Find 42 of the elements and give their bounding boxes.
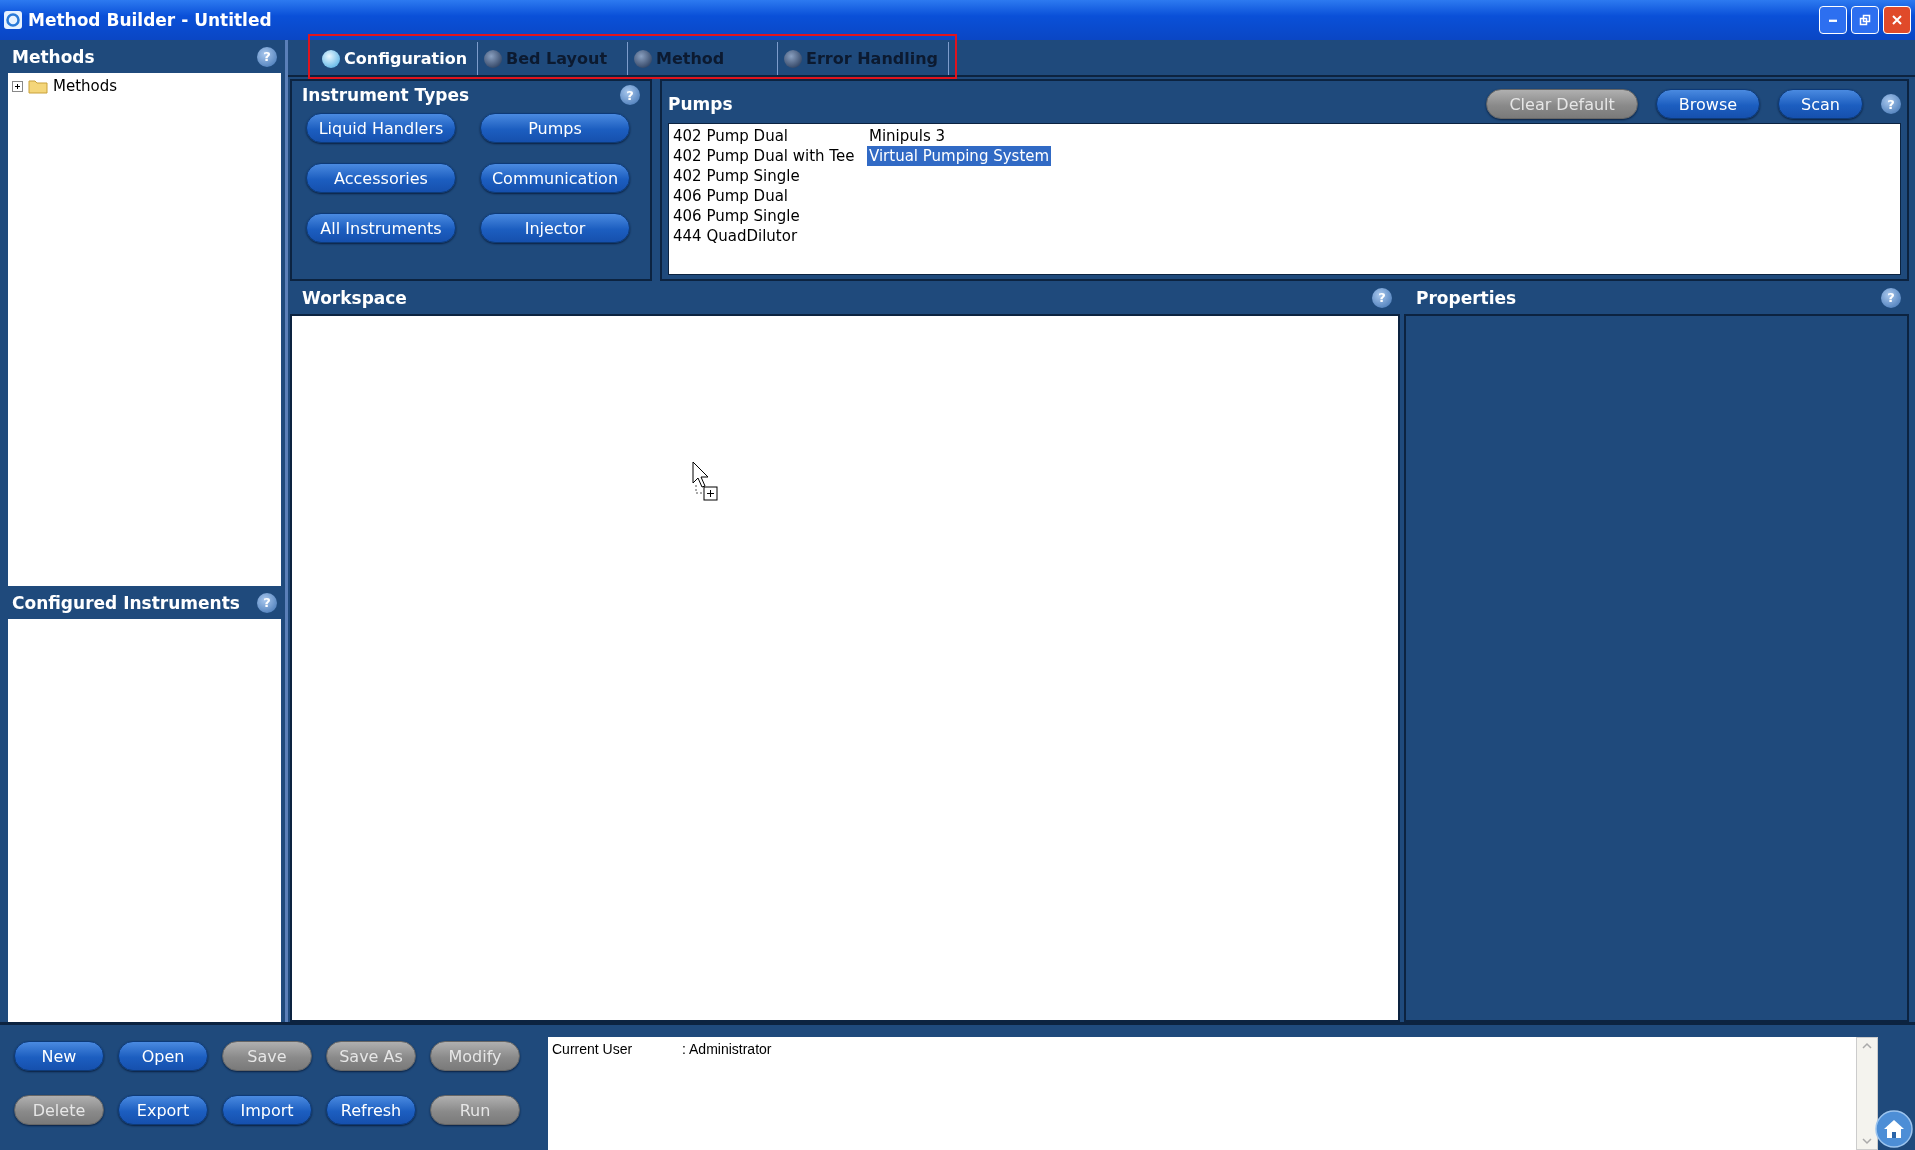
instrument-type-button[interactable]: Communication	[480, 163, 630, 193]
action-button[interactable]: Export	[118, 1095, 208, 1125]
action-button[interactable]: New	[14, 1041, 104, 1071]
instrument-type-button[interactable]: Accessories	[306, 163, 456, 193]
pump-item[interactable]: 402 Pump Dual with Tee	[671, 146, 857, 166]
action-button[interactable]: Open	[118, 1041, 208, 1071]
panel-title: Instrument Types	[302, 85, 470, 105]
pump-item[interactable]: 402 Pump Single	[671, 166, 802, 186]
close-icon	[1891, 14, 1903, 26]
folder-icon	[28, 78, 48, 94]
pump-item[interactable]: 406 Pump Dual	[671, 186, 790, 206]
tab[interactable]: Configuration	[316, 42, 479, 75]
app-icon	[4, 11, 22, 29]
close-button[interactable]	[1883, 6, 1911, 34]
home-icon[interactable]	[1875, 1110, 1913, 1148]
action-button[interactable]: Refresh	[326, 1095, 416, 1125]
pump-item[interactable]: 402 Pump Dual	[671, 126, 790, 146]
minimize-icon	[1829, 18, 1837, 22]
panel-title: Methods	[12, 46, 95, 67]
pump-item[interactable]: Virtual Pumping System	[867, 146, 1052, 166]
action-button[interactable]: Import	[222, 1095, 312, 1125]
instrument-type-button[interactable]: Liquid Handlers	[306, 113, 456, 143]
instrument-type-button[interactable]: All Instruments	[306, 213, 456, 243]
panel-title: Workspace	[302, 287, 407, 308]
panel-title: Pumps	[668, 94, 733, 114]
pump-item[interactable]: 444 QuadDilutor	[671, 226, 800, 246]
window-title: Method Builder - Untitled	[28, 10, 273, 30]
log-value: : Administrator	[682, 1041, 772, 1057]
instrument-type-button[interactable]: Injector	[480, 213, 630, 243]
log-label: Current User	[552, 1041, 634, 1057]
pump-item[interactable]: Minipuls 3	[867, 126, 948, 146]
panel-title: Configured Instruments	[12, 592, 240, 613]
restore-button[interactable]	[1851, 6, 1879, 34]
expander-icon[interactable]	[12, 80, 23, 92]
instrument-type-button[interactable]: Pumps	[480, 113, 630, 143]
minimize-button[interactable]	[1819, 6, 1847, 34]
pump-item[interactable]: 406 Pump Single	[671, 206, 802, 226]
panel-title: Properties	[1416, 287, 1517, 308]
toolbar-button[interactable]: Browse	[1655, 89, 1761, 119]
toolbar-button[interactable]: Scan	[1778, 89, 1863, 119]
restore-icon	[1859, 14, 1871, 26]
tree-item[interactable]: Methods	[53, 77, 118, 95]
